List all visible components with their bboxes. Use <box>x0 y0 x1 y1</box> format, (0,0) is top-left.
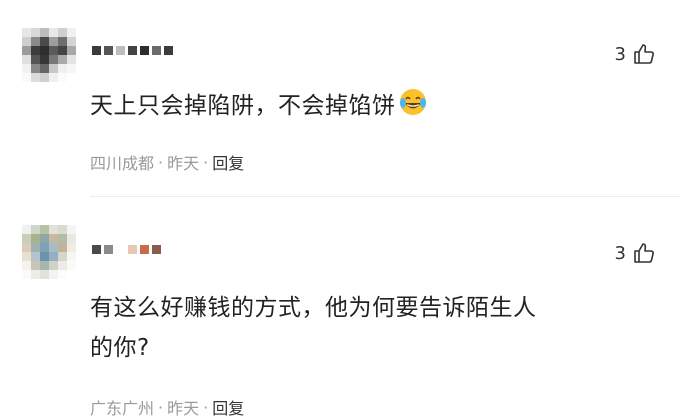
like-button[interactable]: 3 <box>615 241 656 265</box>
separator-dot: · <box>203 397 209 417</box>
avatar[interactable] <box>22 28 76 82</box>
username[interactable] <box>92 40 173 60</box>
laughing-tears-emoji <box>399 89 426 115</box>
comment-meta: 四川成都 · 昨天 · 回复 <box>90 150 244 174</box>
separator-dot: · <box>158 397 164 417</box>
location: 广东广州 <box>90 399 155 418</box>
like-count: 3 <box>614 242 626 264</box>
comment-meta: 广东广州 · 昨天 · 回复 <box>90 395 244 419</box>
location: 四川成都 <box>90 154 155 173</box>
like-button[interactable]: 3 <box>615 42 656 66</box>
comment-item: 3 天上只会掉陷阱，不会掉馅饼 四川成都 · 昨天 · 回复 <box>0 0 680 196</box>
timestamp: 昨天 <box>167 154 200 173</box>
avatar[interactable] <box>22 225 76 279</box>
comment-text: 有这么好赚钱的方式，他为何要告诉陌生人 的你? <box>90 295 537 361</box>
like-count: 3 <box>614 43 626 65</box>
reply-button[interactable]: 回复 <box>212 150 244 174</box>
timestamp: 昨天 <box>167 399 200 418</box>
separator-dot: · <box>203 152 209 172</box>
reply-button[interactable]: 回复 <box>212 395 244 419</box>
thumbs-up-icon <box>634 44 654 64</box>
thumbs-up-icon <box>634 243 654 263</box>
comment-text: 天上只会掉陷阱，不会掉馅饼 <box>90 86 660 126</box>
username[interactable] <box>92 239 161 259</box>
comment-item: 3 有这么好赚钱的方式，他为何要告诉陌生人 的你? 广东广州 · 昨天 · 回复 <box>0 197 680 419</box>
separator-dot: · <box>158 152 164 172</box>
